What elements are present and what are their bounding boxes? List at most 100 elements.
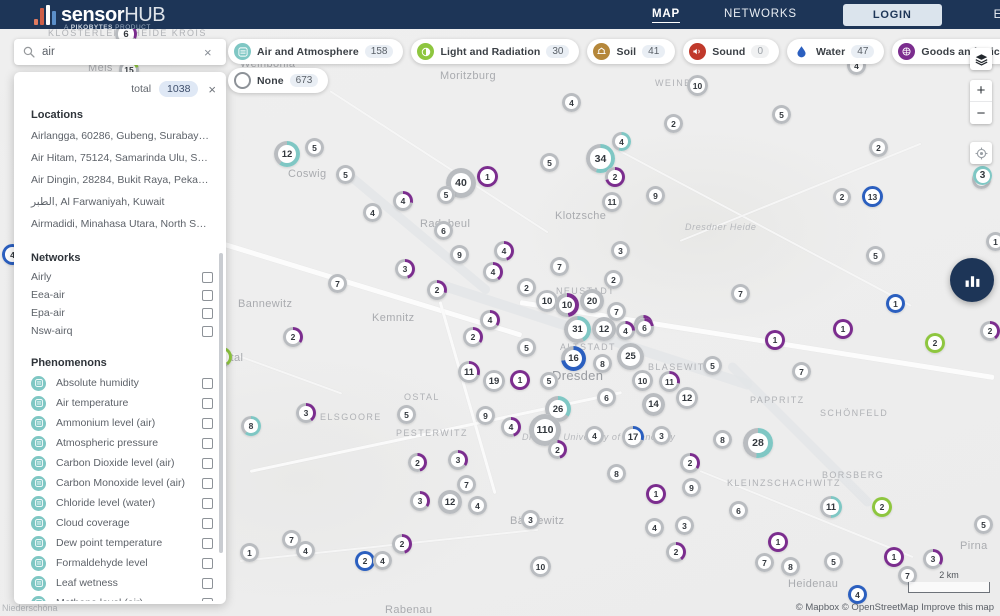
- map-cluster-marker[interactable]: 3: [410, 491, 430, 511]
- phenomenon-checkbox[interactable]: [202, 577, 213, 589]
- map-cluster-marker[interactable]: 17: [622, 426, 644, 448]
- map-cluster-marker[interactable]: 5: [703, 356, 722, 375]
- map-cluster-marker[interactable]: 6: [635, 318, 654, 337]
- filter-chip-air-and-atmosphere[interactable]: Air and Atmosphere 158: [228, 39, 404, 64]
- map-cluster-marker[interactable]: 11: [458, 361, 480, 383]
- filter-chip-light-and-radiation[interactable]: Light and Radiation 30: [411, 39, 580, 64]
- map-cluster-marker[interactable]: 4: [585, 426, 604, 445]
- map-cluster-marker[interactable]: 4: [373, 551, 392, 570]
- map-cluster-marker[interactable]: 2: [680, 453, 700, 473]
- map-cluster-marker[interactable]: 4: [616, 321, 635, 340]
- map-cluster-marker[interactable]: 3: [652, 426, 671, 445]
- map-cluster-marker[interactable]: 2: [833, 188, 851, 206]
- map-cluster-marker[interactable]: 28: [743, 428, 773, 458]
- map-cluster-marker[interactable]: 5: [824, 552, 843, 571]
- map-cluster-marker[interactable]: 7: [792, 362, 811, 381]
- filter-chip-none[interactable]: None 673: [228, 68, 329, 93]
- map-cluster-marker[interactable]: 10: [687, 75, 708, 96]
- map-cluster-marker[interactable]: 5: [974, 515, 993, 534]
- map-cluster-marker[interactable]: 2: [283, 327, 303, 347]
- map-cluster-marker[interactable]: 4: [562, 93, 581, 112]
- map-cluster-marker[interactable]: 1: [765, 330, 785, 350]
- map-cluster-marker[interactable]: 6: [597, 388, 616, 407]
- map-cluster-marker[interactable]: 3: [923, 549, 943, 569]
- map-cluster-marker[interactable]: 2: [408, 453, 427, 472]
- map-cluster-marker[interactable]: 5: [336, 165, 355, 184]
- location-list-item[interactable]: Air Hitam, 75124, Samarinda Ulu, Samarin…: [14, 147, 226, 169]
- network-list-item[interactable]: Eea-air: [14, 286, 226, 304]
- map-cluster-marker[interactable]: 31: [564, 316, 591, 343]
- map-cluster-marker[interactable]: 10: [555, 293, 579, 317]
- map-cluster-marker[interactable]: 2: [548, 440, 567, 459]
- map-cluster-marker[interactable]: 9: [450, 245, 469, 264]
- zoom-controls[interactable]: + −: [970, 80, 992, 124]
- map-cluster-marker[interactable]: 5: [772, 105, 791, 124]
- map-cluster-marker[interactable]: 3: [611, 241, 630, 260]
- network-checkbox[interactable]: [202, 271, 213, 283]
- nav-item-networks[interactable]: NETWORKS: [702, 0, 819, 29]
- clear-search-icon[interactable]: ×: [196, 45, 220, 60]
- map-cluster-marker[interactable]: 3: [448, 450, 468, 470]
- phenomenon-checkbox[interactable]: [202, 397, 213, 409]
- map-cluster-marker[interactable]: 12: [438, 490, 462, 514]
- phenomenon-checkbox[interactable]: [202, 517, 213, 529]
- map-cluster-marker[interactable]: 5: [866, 246, 885, 265]
- map-cluster-marker[interactable]: 6: [729, 501, 748, 520]
- results-panel-body[interactable]: Locations Airlangga, 60286, Gubeng, Sura…: [14, 103, 226, 601]
- map-cluster-marker[interactable]: 2: [980, 321, 1000, 341]
- phenomenon-checkbox[interactable]: [202, 537, 213, 549]
- map-cluster-marker[interactable]: 4: [483, 262, 503, 282]
- map-cluster-marker[interactable]: 4: [612, 132, 631, 151]
- map-cluster-marker[interactable]: 1: [833, 319, 853, 339]
- map-cluster-marker[interactable]: 7: [731, 284, 750, 303]
- map-cluster-marker[interactable]: 5: [517, 338, 536, 357]
- statistics-button[interactable]: [950, 258, 994, 302]
- phenomenon-checkbox[interactable]: [202, 457, 213, 469]
- map-cluster-marker[interactable]: 7: [550, 257, 569, 276]
- filter-chip-water[interactable]: Water 47: [787, 39, 885, 64]
- map-cluster-marker[interactable]: 3: [521, 510, 540, 529]
- map-cluster-marker[interactable]: 1: [510, 370, 530, 390]
- map-cluster-marker[interactable]: 4: [501, 417, 521, 437]
- map-cluster-marker[interactable]: 12: [274, 141, 300, 167]
- phenomenon-list-item[interactable]: Air temperature: [14, 393, 226, 413]
- map-cluster-marker[interactable]: 19: [483, 370, 505, 392]
- map-cluster-marker[interactable]: 4: [363, 203, 382, 222]
- map-cluster-marker[interactable]: 11: [602, 192, 622, 212]
- map-cluster-marker[interactable]: 4: [494, 241, 514, 261]
- phenomenon-list-item[interactable]: Carbon Dioxide level (air): [14, 453, 226, 473]
- map-cluster-marker[interactable]: 3: [296, 403, 316, 423]
- map-cluster-marker[interactable]: 2: [605, 167, 625, 187]
- map-cluster-marker[interactable]: 2: [517, 278, 536, 297]
- network-checkbox[interactable]: [202, 289, 213, 301]
- phenomenon-list-item[interactable]: Methane level (air): [14, 593, 226, 601]
- map-cluster-marker[interactable]: 4: [468, 496, 487, 515]
- map-cluster-marker[interactable]: 12: [676, 387, 698, 409]
- phenomenon-checkbox[interactable]: [202, 557, 213, 569]
- nav-item-map[interactable]: MAP: [630, 0, 702, 29]
- map-cluster-marker[interactable]: 9: [646, 186, 665, 205]
- phenomenon-list-item[interactable]: Cloud coverage: [14, 513, 226, 533]
- network-checkbox[interactable]: [202, 325, 213, 337]
- phenomenon-checkbox[interactable]: [202, 377, 213, 389]
- layers-icon[interactable]: [970, 48, 992, 70]
- map-cluster-marker[interactable]: 7: [457, 475, 476, 494]
- search-bar[interactable]: × All: [14, 39, 251, 65]
- phenomenon-checkbox[interactable]: [202, 477, 213, 489]
- language-selector[interactable]: EN: [994, 9, 1000, 21]
- map-cluster-marker[interactable]: 1: [477, 166, 498, 187]
- map-cluster-marker[interactable]: 2: [355, 551, 375, 571]
- map-cluster-marker[interactable]: 8: [713, 430, 732, 449]
- map-cluster-marker[interactable]: 2: [666, 542, 686, 562]
- locate-control[interactable]: [970, 142, 992, 164]
- map-cluster-marker[interactable]: 4: [393, 191, 413, 211]
- map-cluster-marker[interactable]: 3: [675, 516, 694, 535]
- network-list-item[interactable]: Epa-air: [14, 304, 226, 322]
- network-checkbox[interactable]: [202, 307, 213, 319]
- map-cluster-marker[interactable]: 1: [768, 532, 788, 552]
- map-cluster-marker[interactable]: 6: [434, 221, 453, 240]
- phenomenon-list-item[interactable]: Absolute humidity: [14, 373, 226, 393]
- zoom-out-button[interactable]: −: [970, 102, 992, 124]
- map-cluster-marker[interactable]: 1: [886, 294, 905, 313]
- map-cluster-marker[interactable]: 1: [986, 232, 1000, 251]
